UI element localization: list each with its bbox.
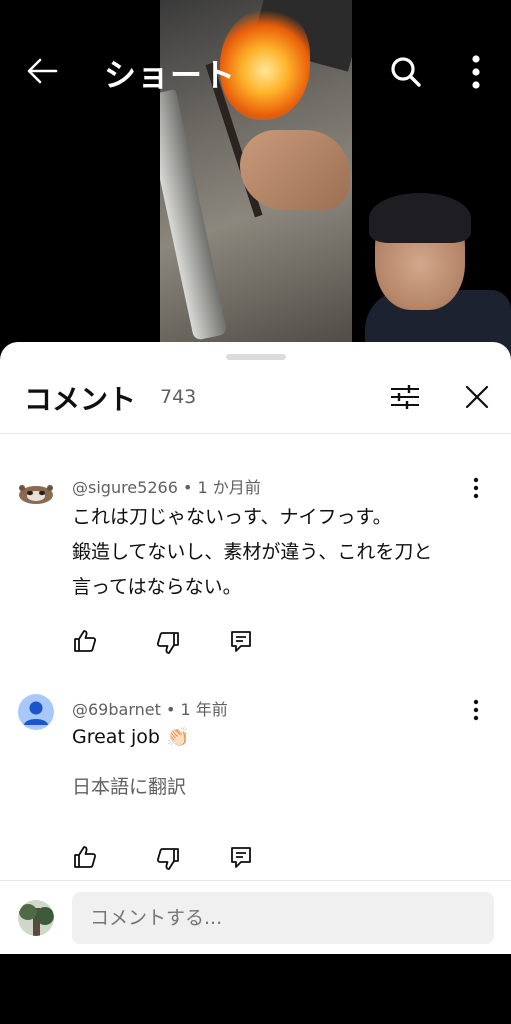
thumbs-up-icon xyxy=(74,630,97,652)
more-vertical-icon xyxy=(473,699,479,721)
more-vertical-icon xyxy=(472,55,480,89)
comment-more-button[interactable] xyxy=(466,696,486,724)
like-button[interactable] xyxy=(72,844,98,870)
close-icon xyxy=(465,385,489,409)
comment-text: これは刀じゃないっす、ナイフっす。 鍛造してないし、素材が違う、これを刀と 言っ… xyxy=(72,500,432,605)
page-title: ショート xyxy=(104,56,237,94)
comment-line: 鍛造してないし、素材が違う、これを刀と xyxy=(72,541,433,563)
search-icon xyxy=(391,57,421,87)
top-bar: ショート xyxy=(0,40,511,104)
like-button[interactable] xyxy=(72,628,98,654)
translate-link[interactable]: 日本語に翻訳 xyxy=(72,772,186,799)
comment-line: 言ってはならない。 xyxy=(72,576,242,598)
comment-time: 1 年前 xyxy=(180,700,228,719)
thumbs-up-icon xyxy=(74,846,97,868)
avatar[interactable] xyxy=(18,694,54,730)
comment-meta: @sigure5266 • 1 か月前 xyxy=(72,474,261,498)
sort-filter-button[interactable] xyxy=(388,380,422,414)
video-overlay-person xyxy=(365,193,511,360)
drag-handle[interactable] xyxy=(226,354,286,360)
comment-time: 1 か月前 xyxy=(197,478,261,497)
comment-more-button[interactable] xyxy=(466,474,486,502)
reply-button[interactable] xyxy=(228,844,254,870)
dislike-button[interactable] xyxy=(155,846,181,872)
close-button[interactable] xyxy=(460,380,494,414)
video-hand xyxy=(240,130,350,210)
comments-sheet: コメント 743 @sigure5266 • 1 か月前 これは刀じゃないっす、… xyxy=(0,342,511,954)
comment-meta: @69barnet • 1 年前 xyxy=(72,696,228,720)
comment-line: これは刀じゃないっす、ナイフっす。 xyxy=(72,506,392,528)
comment-composer xyxy=(0,880,511,955)
thumbs-down-icon xyxy=(156,848,179,870)
bottom-black-bar xyxy=(0,954,511,1024)
my-avatar[interactable] xyxy=(18,900,54,936)
dislike-button[interactable] xyxy=(155,630,181,656)
comments-title: コメント xyxy=(24,383,137,416)
avatar[interactable] xyxy=(18,472,54,508)
comments-header: コメント 743 xyxy=(0,372,511,432)
back-button[interactable] xyxy=(22,54,62,88)
thumbs-down-icon xyxy=(156,632,179,654)
default-user-icon xyxy=(24,701,48,725)
more-options-button[interactable] xyxy=(464,54,488,90)
raccoon-avatar-icon xyxy=(18,472,54,508)
arrow-left-icon xyxy=(27,58,58,84)
comment-author[interactable]: @sigure5266 xyxy=(72,478,178,497)
reply-button[interactable] xyxy=(228,628,254,654)
sliders-icon xyxy=(391,385,419,409)
reply-comment-icon xyxy=(231,847,251,868)
reply-comment-icon xyxy=(231,631,251,652)
meta-separator: • xyxy=(182,478,198,497)
comments-count: 743 xyxy=(160,386,197,408)
meta-separator: • xyxy=(165,700,181,719)
person-hair xyxy=(369,193,471,243)
header-divider xyxy=(0,433,511,434)
video-blade xyxy=(160,89,228,341)
tree-avatar-icon xyxy=(18,900,54,936)
search-button[interactable] xyxy=(388,54,424,90)
more-vertical-icon xyxy=(473,477,479,499)
comment-input[interactable] xyxy=(72,892,494,944)
comment-text: Great job 👏🏻 xyxy=(72,726,190,748)
comment-author[interactable]: @69barnet xyxy=(72,700,161,719)
